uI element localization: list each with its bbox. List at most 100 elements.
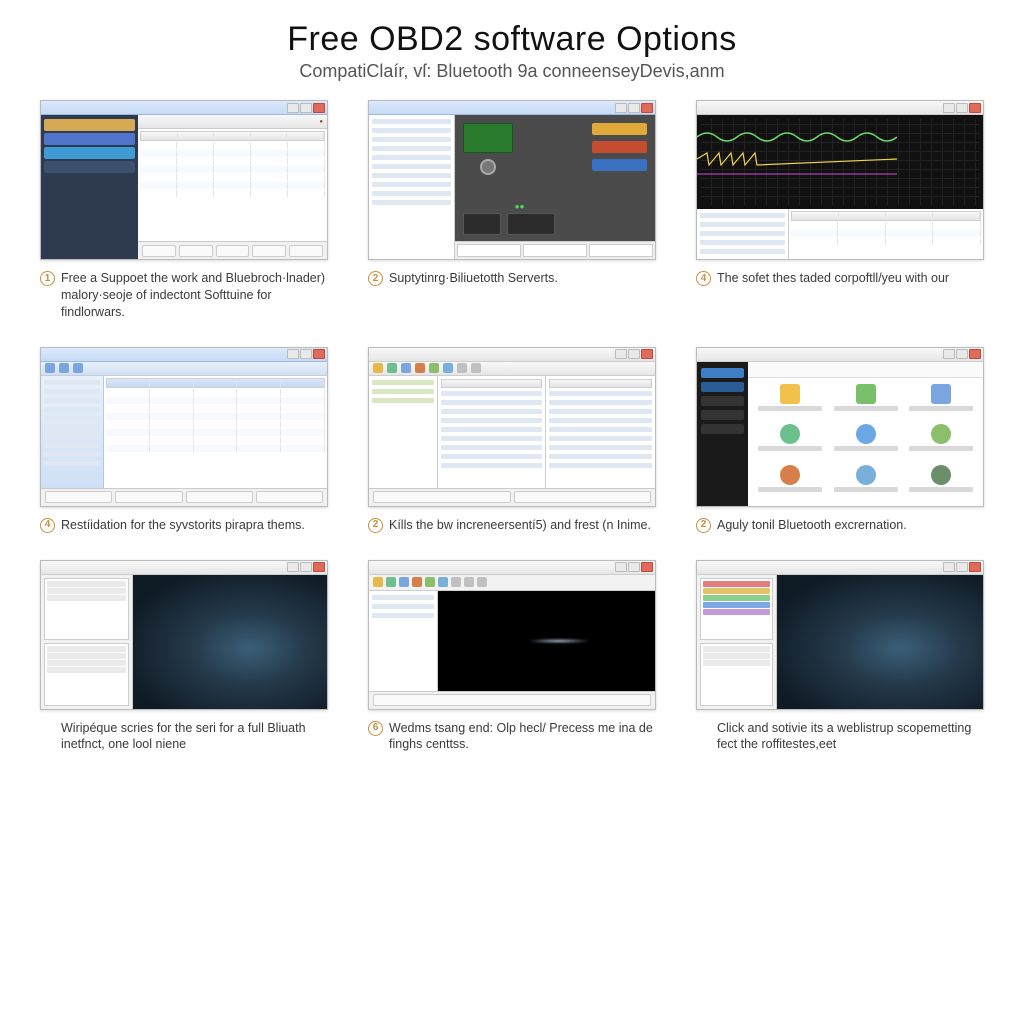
screenshot-9[interactable] (696, 560, 984, 710)
speed-readout: ●● (515, 202, 525, 211)
screenshot-5[interactable] (368, 347, 656, 507)
nav-item[interactable] (701, 410, 744, 420)
screenshot-8[interactable] (368, 560, 656, 710)
maximize-icon[interactable] (628, 349, 640, 359)
signal-list (697, 209, 789, 259)
app-icon[interactable] (754, 465, 826, 500)
app-icon[interactable] (830, 465, 902, 500)
minimize-icon[interactable] (943, 349, 955, 359)
caption-text: Restíidation for the syvstorits pirapra … (61, 517, 305, 534)
caption-text: Click and sotivie its a weblistrup scope… (717, 720, 984, 754)
gauge-widget[interactable] (592, 159, 647, 171)
footer-button[interactable] (216, 245, 250, 257)
minimize-icon[interactable] (287, 562, 299, 572)
close-icon[interactable] (313, 562, 325, 572)
footer-button[interactable] (115, 491, 182, 503)
status (514, 491, 652, 503)
minimize-icon[interactable] (943, 103, 955, 113)
right-list (546, 376, 655, 488)
caption-text: Suptytinrg·Biliuetotth Serverts. (389, 270, 558, 287)
app-icon[interactable] (905, 424, 977, 459)
gauge-widget[interactable] (463, 213, 501, 235)
footer-button[interactable] (142, 245, 176, 257)
screenshot-2[interactable]: ●● (368, 100, 656, 260)
minimize-icon[interactable] (943, 562, 955, 572)
step-badge: 2 (696, 518, 711, 533)
minimize-icon[interactable] (287, 349, 299, 359)
footer-button[interactable] (179, 245, 213, 257)
minimize-icon[interactable] (287, 103, 299, 113)
minimize-icon[interactable] (615, 349, 627, 359)
step-badge: 6 (368, 721, 383, 736)
footer-button[interactable] (252, 245, 286, 257)
gauge-widget[interactable] (507, 213, 555, 235)
app-icon[interactable] (905, 465, 977, 500)
close-icon[interactable] (969, 562, 981, 572)
footer-button[interactable] (289, 245, 323, 257)
screenshot-7[interactable] (40, 560, 328, 710)
nav-item[interactable] (701, 424, 744, 434)
screenshot-4[interactable] (40, 347, 328, 507)
data-table (138, 129, 327, 241)
close-icon[interactable] (641, 349, 653, 359)
cell-1: ● (40, 100, 328, 321)
nav-item[interactable] (701, 368, 744, 378)
caption-text: Aguly tonil Bluetooth excrernation. (717, 517, 907, 534)
close-icon[interactable] (641, 103, 653, 113)
maximize-icon[interactable] (628, 103, 640, 113)
media-footer (369, 691, 655, 709)
blue-sidebar (41, 376, 104, 488)
gauge-widget[interactable] (463, 123, 513, 153)
side-panels (697, 575, 777, 709)
maximize-icon[interactable] (956, 349, 968, 359)
gauge-widget[interactable] (592, 123, 647, 135)
window-titlebar (41, 101, 327, 115)
cell-7: Wiripéque scries for the seri for a full… (40, 560, 328, 754)
dashboard-footer (455, 241, 655, 259)
tree-panel (369, 115, 455, 259)
desktop-preview (777, 575, 983, 709)
sidebar-item[interactable] (44, 161, 135, 173)
grid-table (104, 376, 327, 488)
close-icon[interactable] (969, 103, 981, 113)
app-icon[interactable] (830, 424, 902, 459)
app-icon[interactable] (754, 384, 826, 419)
caption-text: Kílls the bw increneersentí5) and frest … (389, 517, 651, 534)
app-icon[interactable] (754, 424, 826, 459)
black-nav (697, 362, 748, 506)
sidebar-item[interactable] (44, 133, 135, 145)
desktop-preview (133, 575, 327, 709)
caption-text: Wiripéque scries for the seri for a full… (61, 720, 328, 754)
maximize-icon[interactable] (628, 562, 640, 572)
sidebar-item[interactable] (44, 147, 135, 159)
signal-table (789, 209, 983, 259)
nav-item[interactable] (701, 382, 744, 392)
maximize-icon[interactable] (300, 349, 312, 359)
footer-button[interactable] (186, 491, 253, 503)
close-icon[interactable] (969, 349, 981, 359)
dial-widget[interactable] (480, 159, 496, 175)
caption-text: Free a Suppoet the work and Bluebroch·ln… (61, 270, 328, 321)
close-icon[interactable] (313, 103, 325, 113)
minimize-icon[interactable] (615, 103, 627, 113)
nav-item[interactable] (701, 396, 744, 406)
sidebar-item[interactable] (44, 119, 135, 131)
app-icon[interactable] (905, 384, 977, 419)
maximize-icon[interactable] (956, 103, 968, 113)
close-icon[interactable] (641, 562, 653, 572)
maximize-icon[interactable] (956, 562, 968, 572)
footer-buttons (138, 241, 327, 259)
footer-button[interactable] (256, 491, 323, 503)
close-icon[interactable] (313, 349, 325, 359)
screenshot-6[interactable] (696, 347, 984, 507)
screenshot-3[interactable] (696, 100, 984, 260)
maximize-icon[interactable] (300, 562, 312, 572)
footer-button[interactable] (45, 491, 112, 503)
minimize-icon[interactable] (615, 562, 627, 572)
footer-button[interactable] (373, 694, 651, 706)
page-title: Free OBD2 software Options (40, 20, 984, 59)
maximize-icon[interactable] (300, 103, 312, 113)
gauge-widget[interactable] (592, 141, 647, 153)
app-icon[interactable] (830, 384, 902, 419)
screenshot-1[interactable]: ● (40, 100, 328, 260)
